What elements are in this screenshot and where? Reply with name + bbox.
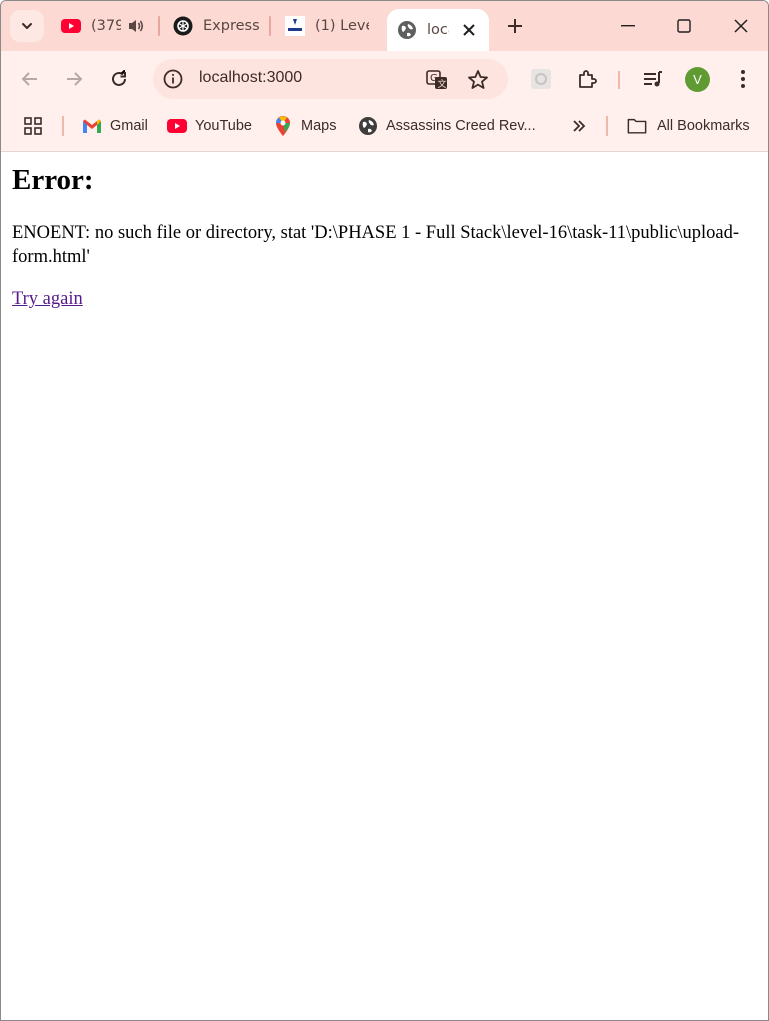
minimize-button[interactable] [605,9,651,43]
bookmark-label: Maps [301,118,337,134]
back-button[interactable] [15,64,45,94]
tab-express[interactable]: Express [173,9,259,43]
toolbar: localhost:3000 G文 V [1,51,768,151]
globe-icon [397,20,417,40]
extension-puzzle-ghost-icon[interactable] [526,64,556,94]
svg-text:文: 文 [438,78,447,90]
bookmark-label: YouTube [195,118,252,134]
maximize-icon [677,19,691,33]
apps-grid-icon [23,116,43,136]
maps-icon [273,116,293,136]
bookmark-assassins-creed[interactable]: Assassins Creed Rev... [358,114,536,138]
try-again-link[interactable]: Try again [12,287,83,311]
page-content: Error: ENOENT: no such file or directory… [1,152,768,1020]
globe-icon [358,116,378,136]
tab-strip: (379 Express (1) Leve loca [1,1,768,51]
extensions-icon[interactable] [572,64,602,94]
bookmark-star-icon[interactable] [466,68,490,92]
arrow-left-icon [21,72,37,86]
all-bookmarks-button[interactable]: All Bookmarks [627,114,750,138]
bookmarks-separator [606,116,608,136]
forward-button[interactable] [59,64,89,94]
toolbar-separator [618,71,620,89]
more-bookmarks-button[interactable] [569,114,589,138]
tab-title: (1) Leve [315,18,369,34]
chatgpt-icon [173,16,193,36]
all-bookmarks-label: All Bookmarks [657,118,750,134]
kebab-menu-icon[interactable] [728,64,758,94]
tab-localhost-active[interactable]: loca [387,9,489,51]
chevron-down-icon [22,23,32,29]
bookmarks-separator [62,116,64,136]
youtube-icon [61,16,81,36]
arrow-right-icon [67,72,83,86]
gmail-icon [82,116,102,136]
plus-icon [508,19,522,33]
bookmarks-bar: Gmail YouTube Maps Assassins Creed Rev..… [1,101,768,151]
close-icon [734,19,748,33]
tab-youtube[interactable]: (379 [61,9,153,43]
speaker-icon[interactable] [127,18,145,34]
apps-button[interactable] [23,114,43,138]
tab-separator [269,16,271,36]
error-heading: Error: [12,164,94,196]
syncer-icon [285,16,305,36]
minimize-icon [621,25,635,27]
media-control-icon[interactable] [638,64,668,94]
bookmark-label: Assassins Creed Rev... [386,118,536,134]
bookmark-maps[interactable]: Maps [273,114,336,138]
profile-avatar[interactable]: V [685,67,710,92]
tab-search-button[interactable] [10,10,44,42]
double-chevron-right-icon [569,116,589,136]
address-bar[interactable]: localhost:3000 G文 [153,59,508,99]
new-tab-button[interactable] [502,13,528,39]
close-tab-icon[interactable] [463,24,475,36]
tab-title: (379 [91,18,121,34]
tab-title: Express [203,18,259,34]
youtube-icon [167,116,187,136]
browser-window: (379 Express (1) Leve loca [0,0,769,1021]
error-message: ENOENT: no such file or directory, stat … [12,223,740,267]
site-info-icon[interactable] [162,68,184,90]
folder-icon [627,116,647,136]
reload-icon [112,70,126,86]
tab-title: loca [427,22,449,38]
bookmark-gmail[interactable]: Gmail [82,114,148,138]
reload-button[interactable] [104,64,134,94]
url-text[interactable]: localhost:3000 [199,69,302,87]
translate-icon[interactable]: G文 [425,68,449,92]
bookmark-label: Gmail [110,118,148,134]
maximize-button[interactable] [661,9,707,43]
bookmark-youtube[interactable]: YouTube [167,114,252,138]
tab-separator [158,16,160,36]
tab-level[interactable]: (1) Leve [285,9,369,43]
close-window-button[interactable] [718,9,764,43]
